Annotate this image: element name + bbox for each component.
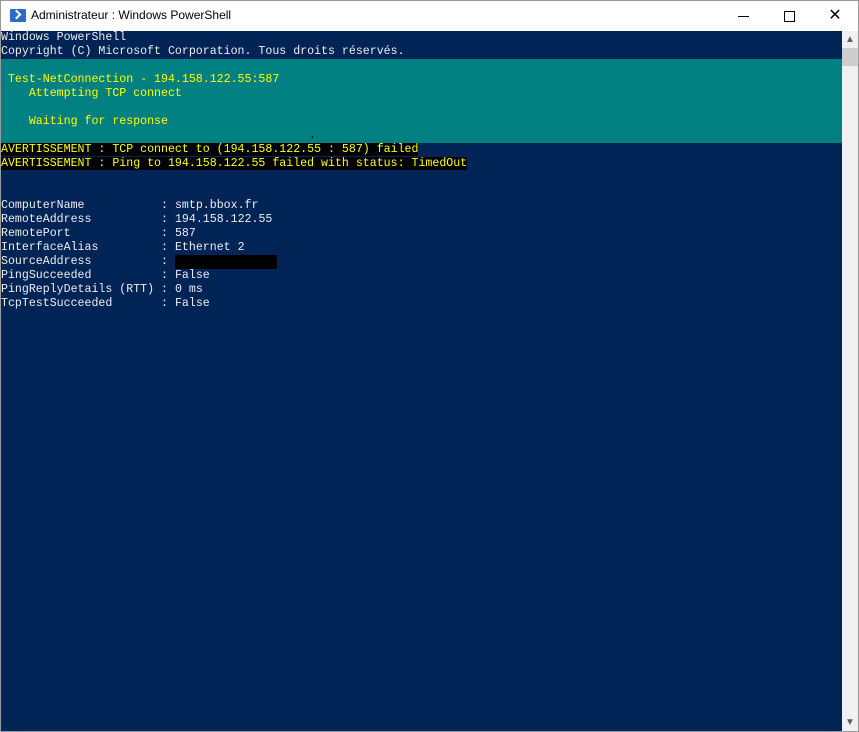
result-key: RemoteAddress xyxy=(1,213,162,226)
result-row: PingSucceeded : False xyxy=(1,269,842,283)
progress-activity: Test-NetConnection - 194.158.122.55:587 xyxy=(1,73,842,87)
result-row: RemoteAddress : 194.158.122.55 xyxy=(1,213,842,227)
vertical-scrollbar[interactable]: ▲ ▼ xyxy=(842,31,858,731)
close-icon: ✕ xyxy=(828,7,842,24)
result-separator: : xyxy=(161,255,175,268)
result-key: TcpTestSucceeded xyxy=(1,297,162,310)
result-key: PingReplyDetails (RTT) xyxy=(1,283,162,296)
result-separator: : xyxy=(161,213,175,226)
scrollbar-thumb[interactable] xyxy=(842,48,858,66)
result-row: RemotePort : 587 xyxy=(1,227,842,241)
result-value: False xyxy=(174,269,210,282)
result-separator: : xyxy=(161,283,175,296)
result-row: TcpTestSucceeded : False xyxy=(1,297,842,311)
result-row: PingReplyDetails (RTT) : 0 ms xyxy=(1,283,842,297)
console-line: Windows PowerShell xyxy=(1,31,127,44)
result-row: SourceAddress : xyxy=(1,255,842,269)
title-bar[interactable]: Administrateur : Windows PowerShell ✕ xyxy=(1,1,858,31)
warning-text: AVERTISSEMENT : Ping to 194.158.122.55 f… xyxy=(1,157,468,170)
progress-panel: Test-NetConnection - 194.158.122.55:587 … xyxy=(1,59,842,143)
result-key: RemotePort xyxy=(1,227,162,240)
result-separator: : xyxy=(161,241,175,254)
console-output[interactable]: Windows PowerShell Copyright (C) Microso… xyxy=(1,31,842,731)
result-key: PingSucceeded xyxy=(1,269,162,282)
result-value: 194.158.122.55 xyxy=(174,213,273,226)
window-title: Administrateur : Windows PowerShell xyxy=(31,8,232,22)
result-separator: : xyxy=(161,199,175,212)
maximize-button[interactable] xyxy=(766,1,812,31)
result-key: ComputerName xyxy=(1,199,162,212)
maximize-icon xyxy=(783,10,795,22)
redacted-value xyxy=(174,255,277,269)
result-value: False xyxy=(174,297,210,310)
minimize-icon xyxy=(737,15,749,17)
warning-text: AVERTISSEMENT : TCP connect to (194.158.… xyxy=(1,143,419,156)
scroll-down-icon[interactable]: ▼ xyxy=(842,714,858,731)
result-key: SourceAddress xyxy=(1,255,162,268)
powershell-window: Administrateur : Windows PowerShell ✕ Wi… xyxy=(0,0,859,732)
result-separator: : xyxy=(161,297,175,310)
minimize-button[interactable] xyxy=(720,1,766,31)
result-separator: : xyxy=(161,269,175,282)
result-row: ComputerName : smtp.bbox.fr xyxy=(1,199,842,213)
progress-status: Attempting TCP connect xyxy=(1,87,842,101)
warning-line: AVERTISSEMENT : TCP connect to (194.158.… xyxy=(1,143,842,157)
scroll-up-icon[interactable]: ▲ xyxy=(842,31,858,48)
result-separator: : xyxy=(161,227,175,240)
result-value: 587 xyxy=(174,227,196,240)
close-button[interactable]: ✕ xyxy=(812,1,858,31)
result-value: Ethernet 2 xyxy=(174,241,245,254)
result-row: InterfaceAlias : Ethernet 2 xyxy=(1,241,842,255)
console-line: Copyright (C) Microsoft Corporation. Tou… xyxy=(1,45,405,58)
progress-status: Waiting for response xyxy=(1,115,842,129)
result-value: smtp.bbox.fr xyxy=(174,199,259,212)
result-value: 0 ms xyxy=(174,283,203,296)
warning-line: AVERTISSEMENT : Ping to 194.158.122.55 f… xyxy=(1,157,842,171)
result-key: InterfaceAlias xyxy=(1,241,162,254)
powershell-icon xyxy=(10,9,26,22)
results-list: ComputerName : smtp.bbox.fr RemoteAddress… xyxy=(1,199,842,311)
progress-marker: . xyxy=(309,129,316,142)
